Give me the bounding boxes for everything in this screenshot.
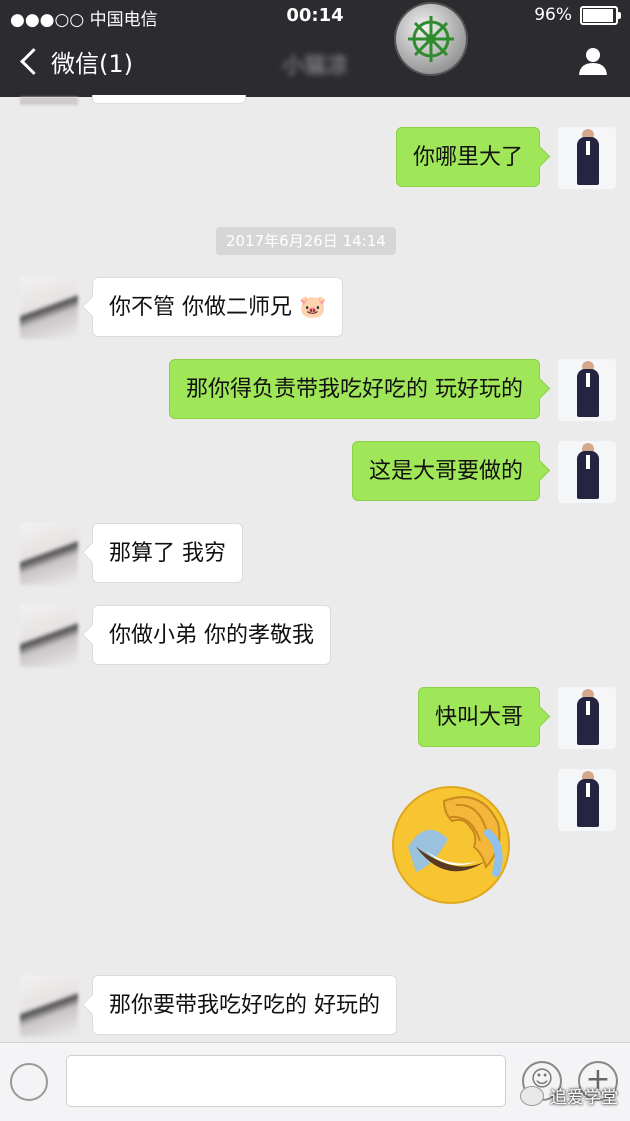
voice-icon[interactable] bbox=[10, 1063, 48, 1101]
helm-wheel-icon[interactable] bbox=[396, 4, 466, 74]
message-text: 你不管 你做二师兄 bbox=[109, 295, 292, 320]
input-bar: ☺ + 追爱学堂 bbox=[0, 1042, 630, 1121]
chat-area[interactable]: 你哪里大了 2017年6月26日 14:14 你不管 你做二师兄 🐷 那你得负责… bbox=[0, 95, 630, 1042]
watermark-text: 追爱学堂 bbox=[550, 1088, 618, 1108]
status-right: 96% bbox=[534, 5, 621, 25]
message-bubble-sent[interactable]: 快叫大哥 bbox=[417, 687, 540, 747]
my-avatar[interactable] bbox=[558, 359, 616, 421]
message-bubble-received[interactable]: 那算了 我穷 bbox=[92, 523, 243, 583]
battery-icon bbox=[580, 5, 621, 25]
message-input[interactable] bbox=[66, 1055, 506, 1107]
message-bubble-received[interactable]: 那你要带我吃好吃的 好玩的 bbox=[92, 975, 397, 1035]
contact-avatar[interactable] bbox=[20, 975, 78, 1037]
my-avatar[interactable] bbox=[558, 687, 616, 749]
message-bubble-sent[interactable]: 这是大哥要做的 bbox=[351, 441, 540, 501]
timestamp: 2017年6月26日 14:14 bbox=[216, 227, 396, 255]
my-avatar[interactable] bbox=[558, 441, 616, 503]
top-bar: ●●●○○ 中国电信 00:14 96% 微信(1) 小猫凉 bbox=[0, 0, 630, 97]
message-bubble-sent[interactable]: 你哪里大了 bbox=[395, 127, 540, 187]
message-bubble-sent[interactable]: 那你得负责带我吃好吃的 玩好玩的 bbox=[169, 359, 540, 419]
status-bar: ●●●○○ 中国电信 00:14 96% bbox=[0, 0, 630, 32]
contact-avatar[interactable] bbox=[20, 523, 78, 585]
message-bubble-received[interactable]: 你不管 你做二师兄 🐷 bbox=[92, 277, 344, 337]
facepalm-laugh-emoji-icon[interactable] bbox=[386, 777, 516, 907]
user-icon[interactable] bbox=[578, 46, 608, 76]
partial-message-bubble bbox=[92, 95, 246, 104]
watermark: 追爱学堂 bbox=[520, 1083, 618, 1108]
pig-emoji: 🐷 bbox=[299, 295, 327, 320]
battery-percent: 96% bbox=[534, 5, 572, 25]
contact-avatar[interactable] bbox=[20, 605, 78, 667]
my-avatar[interactable] bbox=[558, 769, 616, 831]
chat-title: 小猫凉 bbox=[281, 54, 348, 79]
contact-avatar[interactable] bbox=[20, 277, 78, 339]
wechat-logo-icon bbox=[520, 1085, 544, 1106]
my-avatar[interactable] bbox=[558, 127, 616, 189]
message-bubble-received[interactable]: 你做小弟 你的孝敬我 bbox=[92, 605, 331, 665]
avatar bbox=[20, 97, 78, 105]
